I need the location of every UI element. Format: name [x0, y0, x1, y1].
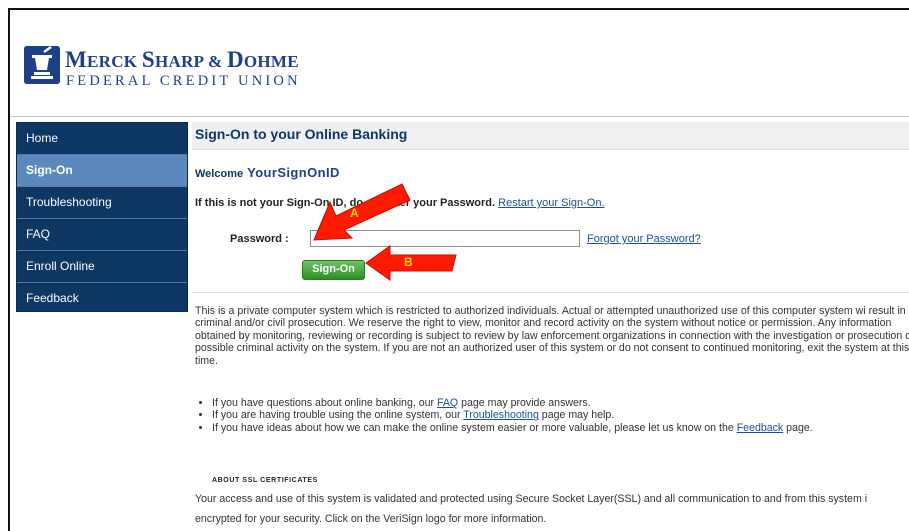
ssl-text-line-1: Your access and use of this system is va…: [195, 493, 868, 505]
section-divider: [192, 292, 909, 293]
ssl-heading: ABOUT SSL CERTIFICATES: [212, 477, 318, 484]
faq-link[interactable]: FAQ: [437, 397, 458, 409]
brand-name: MERCK SHARP & DOHME: [65, 47, 299, 72]
ssl-text-line-2: encrypted for your security. Click on th…: [195, 513, 547, 525]
help-list: If you have questions about online banki…: [194, 397, 909, 434]
list-item: If you have questions about online banki…: [212, 397, 909, 409]
page-title: Sign-On to your Online Banking: [192, 122, 909, 150]
forgot-password-link[interactable]: Forgot your Password?: [587, 233, 701, 245]
sidebar-item-troubleshooting[interactable]: Troubleshooting: [17, 187, 187, 219]
welcome-label: Welcome: [195, 168, 244, 180]
sidebar-nav: Home Sign-On Troubleshooting FAQ Enroll …: [16, 122, 188, 312]
mortar-pestle-logo-icon: [24, 46, 60, 84]
sidebar-item-sign-on[interactable]: Sign-On: [17, 155, 187, 187]
troubleshooting-link[interactable]: Troubleshooting: [463, 409, 539, 421]
password-label: Password :: [230, 233, 289, 245]
ssl-text: Your access and use of this system is va…: [195, 489, 909, 529]
welcome-line: Welcome YourSignOnID: [195, 165, 340, 180]
feedback-link[interactable]: Feedback: [737, 422, 784, 434]
sidebar-item-enroll-online[interactable]: Enroll Online: [17, 251, 187, 283]
signon-id: YourSignOnID: [247, 165, 340, 180]
annotation-label-b: B: [404, 255, 413, 269]
annotation-label-a: A: [350, 206, 359, 220]
main-content: Sign-On to your Online Banking Welcome Yo…: [192, 122, 909, 525]
sidebar-item-feedback[interactable]: Feedback: [17, 283, 187, 311]
sidebar-item-home[interactable]: Home: [17, 123, 187, 155]
disclaimer-text: This is a private computer system which …: [195, 305, 909, 367]
sign-on-button[interactable]: Sign-On: [302, 260, 365, 280]
list-item: If you are having trouble using the onli…: [212, 409, 909, 421]
brand-subtitle: FEDERAL CREDIT UNION: [66, 73, 301, 89]
header-divider: [10, 116, 909, 117]
sidebar-item-faq[interactable]: FAQ: [17, 219, 187, 251]
site-header: MERCK SHARP & DOHME FEDERAL CREDIT UNION: [10, 10, 909, 116]
list-item: If you have ideas about how we can make …: [212, 422, 909, 434]
annotation-arrow-a-icon: [313, 183, 411, 241]
browser-frame: MERCK SHARP & DOHME FEDERAL CREDIT UNION…: [8, 8, 909, 531]
restart-signon-link[interactable]: Restart your Sign-On.: [498, 197, 604, 209]
